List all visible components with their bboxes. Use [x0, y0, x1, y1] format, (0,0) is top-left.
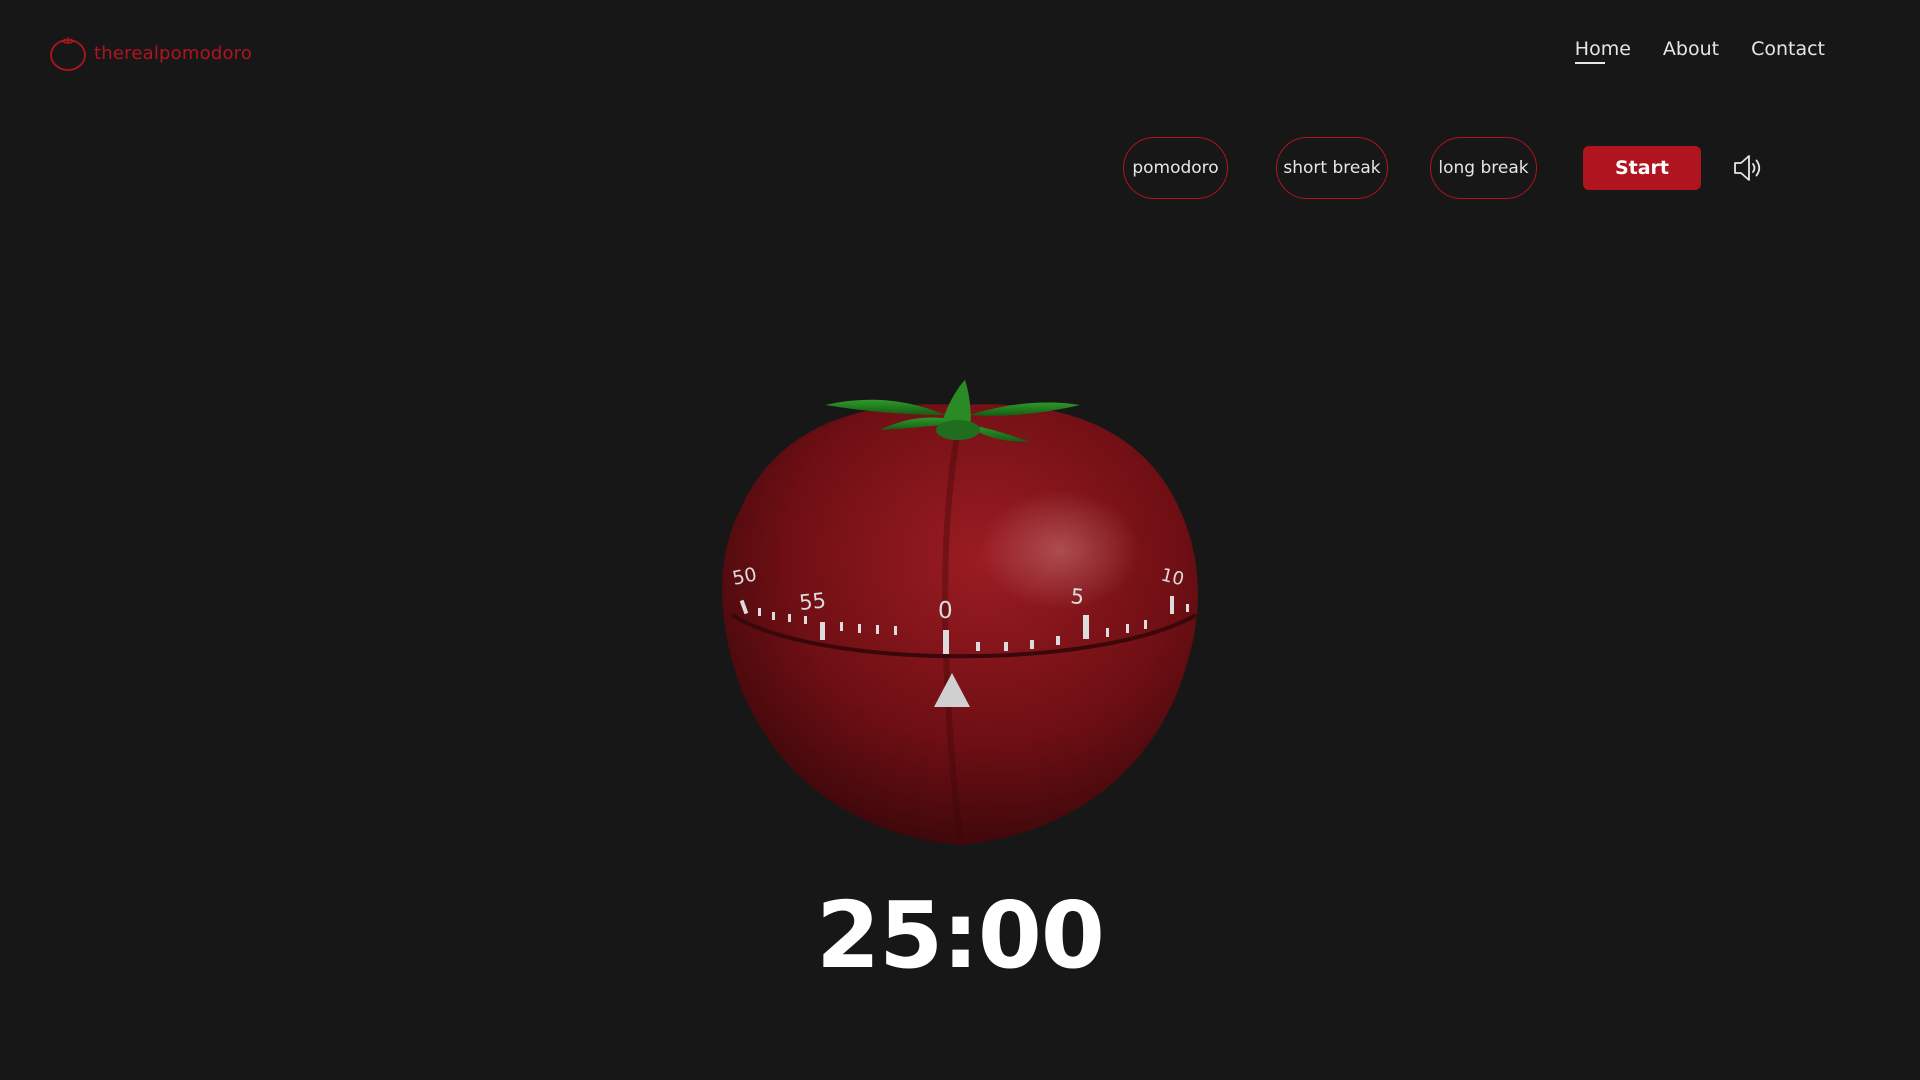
tomato-logo-icon — [50, 37, 86, 71]
dial-label-55: 55 — [798, 588, 827, 615]
short-break-mode-button[interactable]: short break — [1276, 137, 1388, 199]
start-button[interactable]: Start — [1583, 146, 1701, 190]
dial-label-5: 5 — [1069, 584, 1085, 609]
dial-label-0: 0 — [938, 598, 953, 624]
nav-home-link[interactable]: Home — [1574, 38, 1631, 64]
tomato-timer-illustration: 50 55 0 5 10 — [640, 360, 1280, 860]
main-nav: Home About Contact — [1574, 38, 1825, 64]
logo-link[interactable]: therealpomodoro — [48, 33, 252, 73]
nav-contact-link[interactable]: Contact — [1751, 38, 1825, 64]
long-break-mode-button[interactable]: long break — [1430, 137, 1537, 199]
nav-about-link[interactable]: About — [1663, 38, 1719, 64]
page: therealpomodoro Home About Contact pomod… — [0, 0, 1920, 1080]
timer-display: 25:00 — [816, 882, 1105, 989]
pomodoro-mode-button[interactable]: pomodoro — [1123, 137, 1228, 199]
sound-toggle-button[interactable] — [1732, 152, 1766, 184]
speaker-icon — [1734, 155, 1761, 181]
logo-text: therealpomodoro — [94, 42, 253, 64]
tomato-graphic: 50 55 0 5 10 — [722, 380, 1198, 845]
